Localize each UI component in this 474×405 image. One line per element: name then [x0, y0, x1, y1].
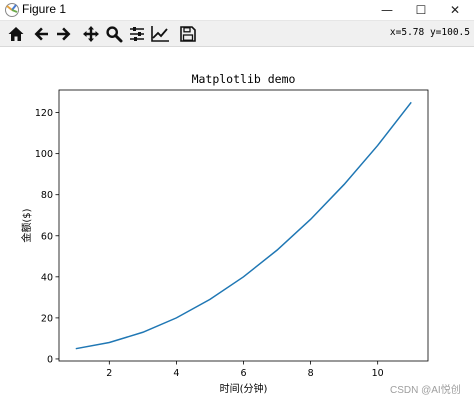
configure-subplots-button[interactable] [126, 23, 148, 45]
axes-frame [58, 89, 429, 362]
back-button[interactable] [30, 23, 52, 45]
maximize-button[interactable]: ☐ [404, 0, 438, 20]
plot-svg: Matplotlib demo 2 4 6 8 10 0 20 40 60 80 100 120 时… [20, 72, 429, 395]
zoom-icon [106, 26, 123, 43]
x-tick-label: 4 [173, 368, 179, 379]
y-axis-label: 金额($) [20, 208, 33, 242]
window-title: Figure 1 [22, 2, 67, 16]
home-button[interactable] [5, 23, 27, 45]
close-button[interactable]: ✕ [438, 0, 472, 20]
pan-button[interactable] [80, 23, 102, 45]
edit-axis-button[interactable] [149, 23, 171, 45]
x-tick-label: 8 [308, 368, 314, 379]
pan-move-icon [83, 26, 99, 42]
y-tick-label: 0 [47, 354, 53, 365]
series-layer [75, 101, 412, 350]
x-tick-label: 10 [372, 368, 384, 379]
configure-subplots-icon [130, 27, 144, 41]
y-axis-ticks: 0 20 40 60 80 100 120 [35, 108, 59, 365]
window-titlebar: Figure 1 — ☐ ✕ [0, 0, 474, 21]
save-icon [180, 26, 196, 42]
x-tick-label: 6 [240, 368, 246, 379]
figure-canvas[interactable]: Matplotlib demo 2 4 6 8 10 0 20 40 60 80 100 120 时… [0, 47, 474, 401]
matplotlib-app-icon [5, 3, 19, 17]
series-line [75, 101, 412, 350]
y-tick-label: 80 [41, 190, 53, 201]
chart-title: Matplotlib demo [192, 72, 296, 86]
zoom-button[interactable] [103, 23, 125, 45]
x-axis-label: 时间(分钟) [220, 382, 268, 395]
watermark-text: CSDN @AI悦创 [390, 385, 461, 396]
y-tick-label: 100 [35, 149, 53, 160]
forward-button[interactable] [53, 23, 75, 45]
back-arrow-icon [34, 27, 48, 41]
navigation-toolbar: x=5.78 y=100.5 [0, 21, 474, 47]
x-axis-ticks: 2 4 6 8 10 [106, 361, 384, 379]
y-tick-label: 20 [41, 313, 53, 324]
y-tick-label: 60 [41, 231, 53, 242]
cursor-coordinates: x=5.78 y=100.5 [389, 27, 470, 38]
y-tick-label: 120 [35, 108, 53, 119]
forward-arrow-icon [57, 27, 71, 41]
save-button[interactable] [177, 23, 199, 45]
edit-axis-icon [151, 26, 169, 42]
home-icon [8, 27, 24, 41]
y-tick-label: 40 [41, 272, 53, 283]
minimize-button[interactable]: — [370, 0, 404, 20]
x-tick-label: 2 [106, 368, 112, 379]
